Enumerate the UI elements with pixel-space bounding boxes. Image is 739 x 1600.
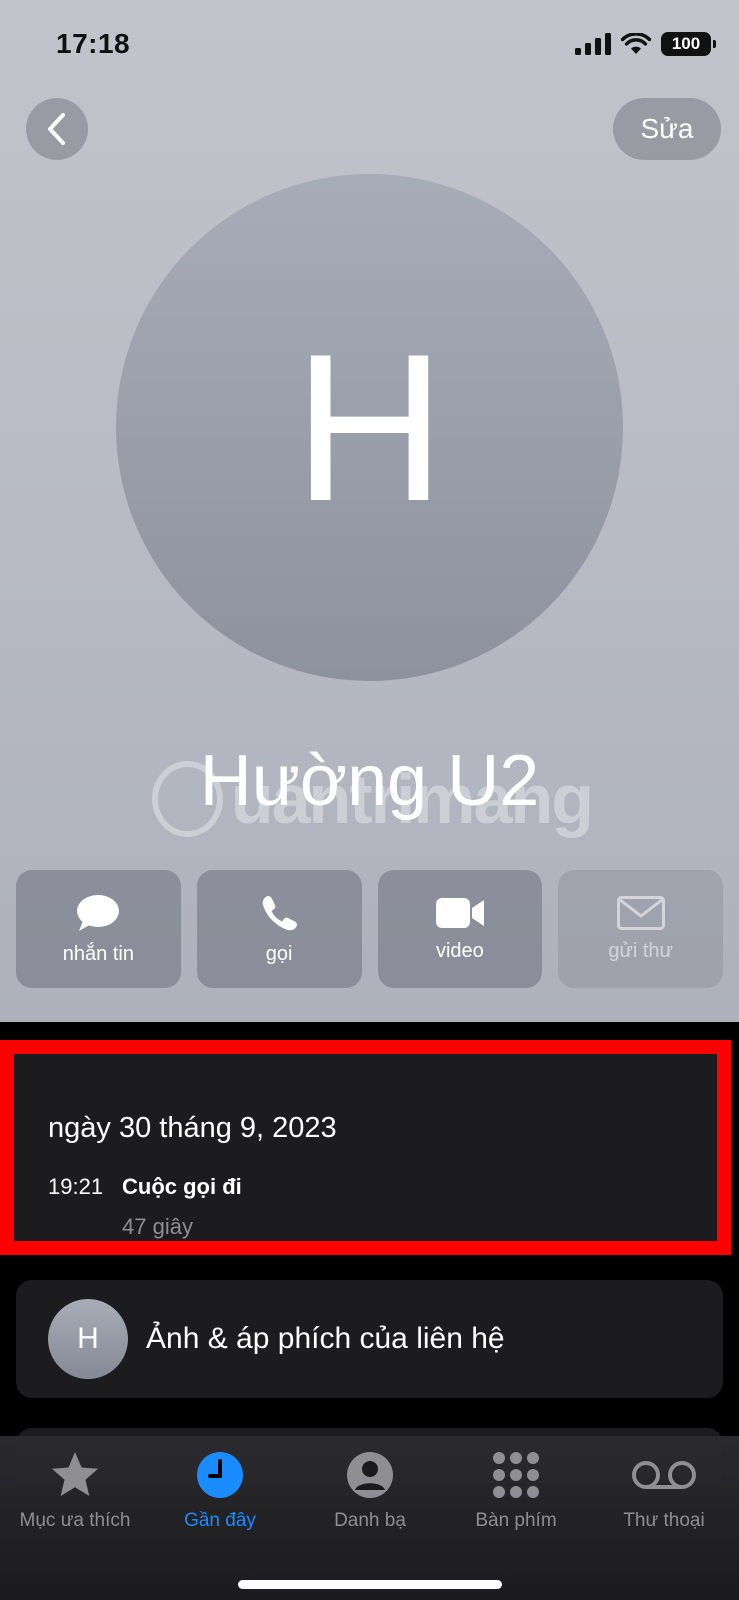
recent-call-time: 19:21 [48, 1174, 104, 1199]
status-icons: 100 [575, 32, 716, 56]
tab-bar: Mục ưa thích Gần đây Danh bạ Bàn phím Th… [0, 1436, 739, 1600]
voicemail-icon [632, 1461, 696, 1489]
quick-actions: nhắn tin gọi video gửi thư [16, 870, 723, 990]
mail-label: gửi thư [608, 939, 673, 962]
video-camera-icon [435, 897, 484, 928]
mail-button[interactable]: gửi thư [558, 870, 723, 988]
poster-avatar: H [48, 1299, 128, 1379]
recent-call-duration: 47 giây [122, 1214, 193, 1239]
video-label: video [435, 939, 484, 962]
recent-call-date: ngày 30 tháng 9, 2023 [48, 1112, 337, 1144]
message-bubble-icon [77, 894, 120, 931]
home-indicator[interactable] [238, 1580, 502, 1589]
tab-favorites[interactable]: Mục ưa thích [0, 1450, 150, 1532]
status-bar: 17:18 100 [0, 0, 739, 90]
contact-photo-poster-row[interactable]: H Ảnh & áp phích của liên hệ [16, 1280, 723, 1398]
poster-avatar-initial: H [77, 1322, 99, 1355]
tab-voicemail[interactable]: Thư thoại [589, 1450, 739, 1532]
message-label: nhắn tin [62, 942, 134, 965]
tab-favorites-label: Mục ưa thích [19, 1510, 131, 1531]
message-button[interactable]: nhắn tin [16, 870, 181, 988]
tab-contacts[interactable]: Danh bạ [295, 1450, 445, 1532]
wifi-icon [621, 33, 651, 54]
recent-call-type: Cuộc gọi đi [122, 1174, 242, 1199]
battery-icon: 100 [661, 32, 716, 56]
tab-contacts-label: Danh bạ [334, 1510, 406, 1531]
contact-avatar[interactable]: H [116, 174, 623, 681]
phone-icon [262, 895, 298, 930]
contact-name: Hường U2 [199, 741, 540, 821]
back-button[interactable] [26, 98, 88, 160]
edit-button[interactable]: Sửa [613, 98, 721, 160]
battery-level: 100 [671, 34, 701, 53]
status-time: 17:18 [56, 28, 131, 59]
tab-keypad[interactable]: Bàn phím [441, 1450, 591, 1532]
poster-label: Ảnh & áp phích của liên hệ [146, 1322, 505, 1355]
video-button[interactable]: video [377, 870, 543, 988]
person-circle-icon [347, 1452, 393, 1498]
recent-call-card: ngày 30 tháng 9, 2023 19:21 Cuộc gọi đi … [0, 1040, 731, 1255]
tab-keypad-label: Bàn phím [475, 1510, 557, 1531]
contact-header: 17:18 100 Sửa H Hường U2 uantrimang nhắn… [0, 0, 739, 1022]
star-icon [52, 1452, 98, 1496]
chevron-left-icon [48, 113, 65, 145]
tab-recents[interactable]: Gần đây [145, 1450, 295, 1532]
tab-recents-label: Gần đây [184, 1510, 256, 1531]
call-button[interactable]: gọi [196, 870, 362, 988]
call-label: gọi [265, 942, 293, 965]
signal-icon [575, 33, 611, 55]
avatar-initial: H [293, 309, 446, 545]
envelope-icon [616, 895, 665, 930]
keypad-icon [493, 1452, 539, 1498]
tab-voicemail-label: Thư thoại [623, 1510, 705, 1531]
clock-icon [197, 1452, 243, 1498]
